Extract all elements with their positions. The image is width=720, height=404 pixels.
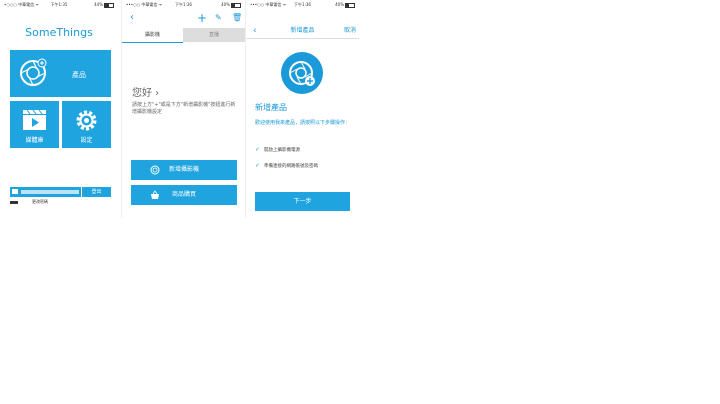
mail-icon — [12, 189, 18, 194]
logout-button[interactable]: 登出 — [82, 187, 111, 197]
battery-indicator: 40% — [335, 0, 355, 9]
battery-indicator: 44% — [94, 0, 114, 9]
camera-lens-add-icon — [289, 61, 315, 86]
account-field — [10, 187, 81, 197]
battery-percent: 40% — [335, 2, 344, 7]
step-label: 開啟上攝影機電源 — [264, 148, 301, 153]
products-tile-label: 產品 — [72, 71, 86, 79]
step-item: ✓ 開啟上攝影機電源 — [255, 146, 300, 153]
settings-tile[interactable]: 設定 — [62, 101, 111, 148]
media-library-tile-label: 媒體庫 — [25, 137, 44, 144]
add-camera-button[interactable]: 新增攝影機 — [131, 160, 237, 180]
step-label: 準備連接的網路帳號及密碼 — [264, 164, 319, 169]
video-player-icon — [23, 109, 46, 130]
gear-icon — [76, 110, 97, 131]
new-product-screen: •••○○ 中華電信 ᯤ 下午1:36 40% ‹ 新增產品 取消 新增產品 歡… — [245, 0, 359, 218]
add-camera-label: 新增攝影機 — [168, 166, 199, 173]
tab-bar: 攝影機 直播 — [122, 28, 245, 43]
battery-percent: 40% — [221, 2, 230, 7]
greeting: 您好 › — [132, 88, 160, 99]
edit-button[interactable]: ✎ — [215, 11, 222, 25]
step-item: ✓ 準備連接的網路帳號及密碼 — [255, 162, 318, 169]
back-button[interactable]: ‹ — [130, 11, 134, 25]
nav-bar: ‹ + ✎ 🗑 — [122, 11, 245, 25]
battery-percent: 44% — [94, 2, 103, 7]
change-password-link[interactable]: 更改密碼 — [10, 199, 48, 205]
battery-icon — [231, 2, 241, 8]
key-icon — [10, 200, 18, 204]
settings-tile-label: 設定 — [80, 137, 93, 144]
delete-button[interactable]: 🗑 — [232, 11, 242, 25]
camera-lens-icon — [20, 58, 47, 86]
battery-icon — [345, 2, 355, 8]
products-tile[interactable]: 產品 — [10, 50, 111, 97]
battery-indicator: 40% — [221, 0, 241, 9]
check-icon: ✓ — [255, 146, 261, 153]
hint-text: 請按上方"+"或是下方"新增攝影機"按鈕進行新增攝影機設定 — [132, 102, 236, 115]
battery-icon — [104, 2, 114, 8]
status-bar: •••○○ 中華電信 ᯤ 下午1:36 40% — [122, 0, 245, 9]
description-text: 歡迎使用我來產品，請按照以下步驟操作： — [255, 120, 351, 126]
buy-products-button[interactable]: 商品購買 — [131, 185, 237, 205]
camera-screen: •••○○ 中華電信 ᯤ 下午1:36 40% ‹ + ✎ 🗑 攝影機 直播 您… — [121, 0, 245, 218]
buy-products-label: 商品購買 — [171, 191, 196, 198]
tab-camera[interactable]: 攝影機 — [122, 28, 183, 43]
tab-live[interactable]: 直播 — [183, 28, 245, 42]
account-email-redacted — [21, 190, 79, 194]
add-button[interactable]: + — [197, 11, 207, 25]
nav-bar: ‹ 新增產品 取消 — [246, 24, 359, 39]
page-title: 新增產品 — [255, 103, 287, 112]
check-icon: ✓ — [255, 162, 261, 169]
app-brand: SomeThings — [25, 26, 93, 39]
media-library-tile[interactable]: 媒體庫 — [10, 101, 59, 148]
home-screen: •○○○ 中華電信 ᯤ 下午1:35 44% SomeThings 產品 媒體庫 — [0, 0, 118, 218]
nav-title: 新增產品 — [290, 27, 315, 34]
change-password-label: 更改密碼 — [32, 199, 48, 204]
next-button[interactable]: 下一步 — [255, 192, 350, 211]
status-bar: •••○○ 中華電信 ᯤ 下午1:36 40% — [246, 0, 359, 9]
cancel-button[interactable]: 取消 — [344, 24, 356, 38]
add-product-illustration — [281, 52, 323, 94]
status-bar: •○○○ 中華電信 ᯤ 下午1:35 44% — [0, 0, 118, 9]
